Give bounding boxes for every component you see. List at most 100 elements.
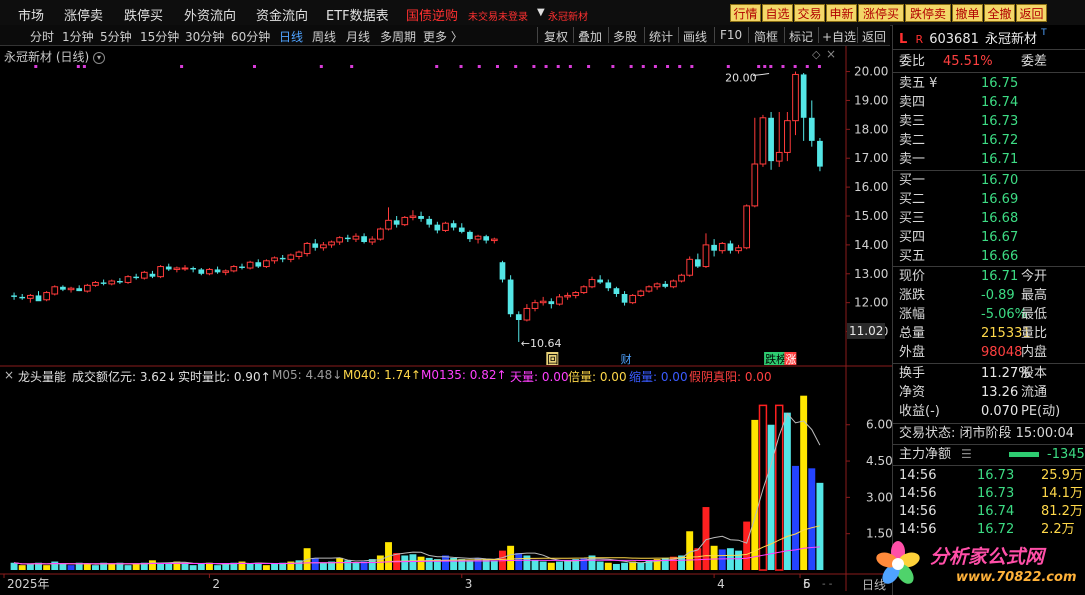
- tick-row: 14:56 16.74 81.2万: [899, 503, 1083, 521]
- quote-panel: L R 603681 永冠新材 T 委比 45.51% 委差 卖五 ¥ 16.75…: [892, 25, 1085, 595]
- candle-body: [759, 117, 767, 165]
- toolbar-divider: [678, 27, 679, 43]
- volume-bar: [59, 563, 67, 570]
- toolbar-trade-button[interactable]: 交易: [794, 4, 825, 22]
- toolbar-limit-down-sell-button[interactable]: 跌停卖: [905, 4, 951, 22]
- menu-bond-repo[interactable]: 国债逆购: [406, 5, 458, 24]
- signal-dot: [817, 65, 821, 68]
- buy-level-2-label: 买二: [899, 192, 926, 207]
- candle-body: [214, 269, 221, 273]
- tick-time: 14:56: [899, 504, 937, 519]
- toolbar-ipo-button[interactable]: 申新: [826, 4, 857, 22]
- stat2-1-label: 净资: [899, 385, 926, 400]
- period-tab-intraday[interactable]: 分时: [30, 28, 54, 45]
- indicator-name[interactable]: 龙头量能: [18, 368, 66, 385]
- tool-add-watchlist-button[interactable]: +自选: [822, 28, 856, 45]
- indicator-shrink-volume: 缩量: 0.00: [629, 370, 688, 384]
- buy-level-3-row: 买三 16.68: [899, 209, 1083, 228]
- buy-level-1-value: 16.70: [981, 173, 1019, 188]
- stat-2-row: 涨幅 -5.06% 最低: [899, 305, 1083, 324]
- stat-0-row: 现价 16.71 今开: [899, 267, 1083, 286]
- toolbar-cancel-all-button[interactable]: 全撤: [984, 4, 1015, 22]
- candle-body: [499, 262, 506, 280]
- candle-body: [352, 235, 360, 240]
- toolbar-cancel-order-button[interactable]: 撤单: [952, 4, 983, 22]
- menu-etf-table[interactable]: ETF数据表: [326, 5, 389, 24]
- period-tab-15min[interactable]: 15分钟: [140, 28, 179, 45]
- volume-bar: [507, 545, 515, 570]
- menu-market[interactable]: 市场: [18, 5, 44, 24]
- buy-level-1-label: 买一: [899, 173, 926, 188]
- candle-body: [393, 220, 400, 225]
- toolbar-limit-up-buy-button[interactable]: 涨停买: [858, 4, 904, 22]
- stat2-1-value: 13.26: [981, 385, 1019, 400]
- sell-level-5-value: 16.75: [981, 76, 1019, 91]
- tool-simple-frame-button[interactable]: 简框: [754, 28, 778, 45]
- toolbar-quote-button[interactable]: 行情: [730, 4, 761, 22]
- current-stock-link[interactable]: 永冠新材: [548, 8, 588, 23]
- menu-foreign-flow[interactable]: 外资流向: [184, 5, 236, 24]
- tool-back-button[interactable]: 返回: [862, 28, 886, 45]
- indicator-double-volume: 倍量: 0.00: [568, 370, 627, 384]
- toolbar-back-button[interactable]: 返回: [1016, 4, 1047, 22]
- candle-body: [401, 216, 409, 226]
- signal-dot: [629, 65, 633, 68]
- candle-body: [328, 241, 335, 246]
- tool-overlay-button[interactable]: 叠加: [578, 28, 602, 45]
- candle-body: [287, 254, 295, 260]
- tool-statistics-button[interactable]: 统计: [649, 28, 673, 45]
- candle-body: [727, 243, 734, 251]
- period-tab-1min[interactable]: 1分钟: [62, 28, 94, 45]
- kline-chart-svg[interactable]: 11.0012.0013.0014.0015.0016.0017.0018.00…: [0, 46, 893, 591]
- chart-collapse-icon[interactable]: ◇: [812, 48, 820, 61]
- volume-bar: [83, 563, 91, 570]
- volume-bar: [409, 554, 417, 570]
- signal-dot: [678, 65, 682, 68]
- period-tab-30min[interactable]: 30分钟: [185, 28, 224, 45]
- tool-mark-button[interactable]: 标记: [789, 28, 813, 45]
- candle-body: [621, 294, 628, 303]
- candle-body: [531, 302, 539, 309]
- tick-time: 14:56: [899, 468, 937, 483]
- signal-dot: [252, 65, 256, 68]
- info-icon[interactable]: T: [1041, 28, 1047, 38]
- period-tab-weekly[interactable]: 周线: [312, 28, 336, 45]
- tool-multi-stock-button[interactable]: 多股: [613, 28, 637, 45]
- candle-body: [27, 294, 34, 299]
- price-tick-label: 19.00: [854, 93, 888, 107]
- menu-icon[interactable]: ☰: [961, 445, 972, 464]
- period-tab-monthly[interactable]: 月线: [346, 28, 370, 45]
- period-toolbar: 分时 1分钟 5分钟 15分钟 30分钟 60分钟 日线 周线 月线 多周期 更…: [0, 25, 890, 46]
- chart-settings-icon[interactable]: ▾: [93, 51, 106, 64]
- period-tab-60min[interactable]: 60分钟: [231, 28, 270, 45]
- tool-adjust-button[interactable]: 复权: [544, 28, 568, 45]
- indicator-huge-volume: 天量: 0.00: [510, 370, 569, 384]
- dropdown-arrow-icon[interactable]: ▼: [537, 7, 545, 18]
- candle-body: [735, 247, 742, 252]
- volume-bar: [539, 561, 547, 570]
- toolbar-watchlist-button[interactable]: 自选: [762, 4, 793, 22]
- volume-bar: [621, 562, 629, 570]
- volume-bar: [425, 557, 433, 570]
- chart-close-icon[interactable]: ×: [826, 47, 836, 61]
- stat-3-row: 总量 215331 量比: [899, 324, 1083, 343]
- signal-dot: [726, 65, 730, 68]
- tool-f10-button[interactable]: F10: [720, 28, 742, 42]
- chart-area[interactable]: 11.0012.0013.0014.0015.0016.0017.0018.00…: [0, 46, 893, 592]
- menu-capital-flow[interactable]: 资金流向: [256, 5, 308, 24]
- period-tab-daily[interactable]: 日线: [279, 28, 303, 45]
- candle-body: [523, 307, 531, 321]
- tool-draw-line-button[interactable]: 画线: [683, 28, 707, 45]
- toolbar-divider: [573, 27, 574, 43]
- volume-bar: [735, 550, 742, 570]
- menu-limit-up-sell[interactable]: 涨停卖: [64, 5, 103, 24]
- candle-body: [751, 163, 759, 207]
- period-tab-more[interactable]: 更多 〉: [423, 28, 463, 45]
- indicator-collapse-icon[interactable]: ×: [4, 368, 14, 382]
- volume-bar: [694, 548, 702, 570]
- stock-collect-icon[interactable]: R: [915, 33, 923, 46]
- sell-level-5-label: 卖五 ¥: [899, 76, 938, 91]
- period-tab-5min[interactable]: 5分钟: [100, 28, 132, 45]
- period-tab-multi[interactable]: 多周期: [380, 28, 416, 45]
- menu-limit-down-buy[interactable]: 跌停买: [124, 5, 163, 24]
